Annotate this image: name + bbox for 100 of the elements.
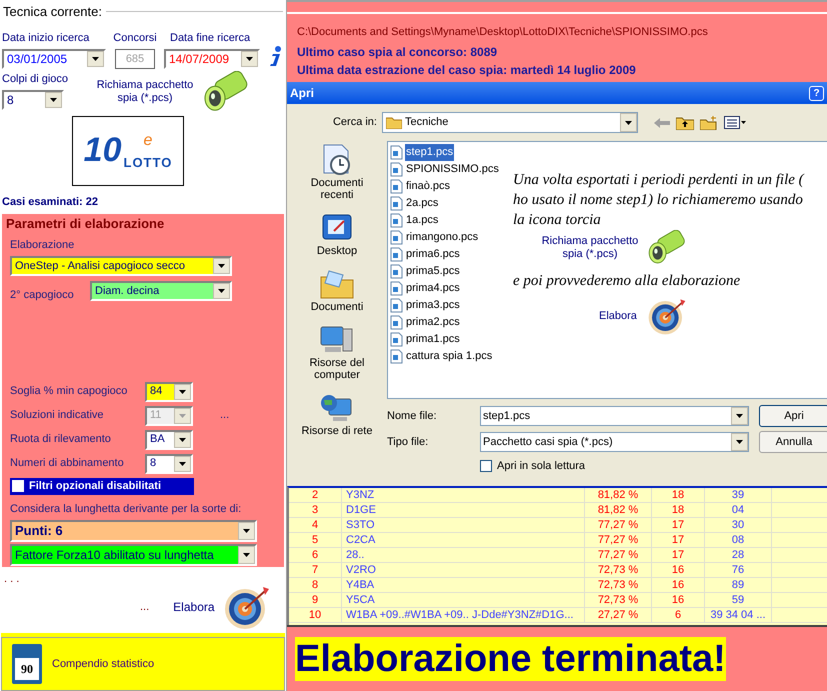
new-folder-icon[interactable] bbox=[700, 116, 718, 130]
cancel-button[interactable]: Annulla bbox=[759, 431, 827, 453]
caret-icon bbox=[45, 92, 62, 108]
ellipsis-text: ... bbox=[140, 600, 150, 615]
table-cell: 28 bbox=[705, 548, 772, 562]
dropdown-field[interactable]: 84 bbox=[145, 382, 193, 402]
info-line: Ultimo caso spia al concorso: 8089 bbox=[297, 44, 498, 60]
view-menu-icon[interactable] bbox=[724, 116, 746, 129]
folder-dropdown[interactable]: Tecniche bbox=[382, 112, 638, 133]
caret-icon bbox=[174, 456, 191, 472]
table-cell: 08 bbox=[705, 533, 772, 547]
filetype-dropdown[interactable]: Pacchetto casi spia (*.pcs) bbox=[480, 432, 749, 452]
table-cell: 6 bbox=[652, 608, 705, 622]
place-item[interactable]: Documenti bbox=[301, 267, 373, 313]
table-cell: 27,27 % bbox=[585, 608, 652, 622]
summary-panel[interactable]: 90 Compendio statistico bbox=[1, 636, 285, 691]
file-item[interactable]: finaò.pcs bbox=[405, 178, 452, 195]
section-title: Tecnica corrente: bbox=[3, 3, 102, 21]
table-cell: S3TO bbox=[342, 518, 585, 532]
table-cell: 04 bbox=[705, 503, 772, 517]
file-item[interactable]: prima5.pcs bbox=[405, 263, 461, 280]
note-text: e poi provvederemo alla elaborazione bbox=[513, 272, 742, 291]
file-icon bbox=[390, 298, 403, 313]
help-button[interactable]: ? bbox=[809, 86, 824, 100]
load-label: Richiama pacchetto spia (*.pcs) bbox=[96, 79, 194, 106]
file-item[interactable]: 2a.pcs bbox=[405, 195, 440, 212]
file-item[interactable]: prima3.pcs bbox=[405, 297, 461, 314]
dropdown-field[interactable]: BA bbox=[145, 430, 193, 450]
table-cell: 72,73 % bbox=[585, 578, 652, 592]
place-item[interactable]: Desktop bbox=[301, 211, 373, 257]
file-item[interactable]: rimangono.pcs bbox=[405, 229, 480, 246]
table-cell: 72,73 % bbox=[585, 593, 652, 607]
dropdown-field[interactable]: Fattore Forza10 abilitato su lunghetta bbox=[10, 544, 257, 566]
file-item[interactable]: SPIONISSIMO.pcs bbox=[405, 161, 500, 178]
dropdown-field[interactable]: 03/01/2005 bbox=[2, 49, 106, 69]
table-cell: Y4BA bbox=[342, 578, 585, 592]
run-label: Elabora bbox=[173, 599, 215, 616]
dropdown-field[interactable]: 14/07/2009 bbox=[164, 49, 260, 69]
file-icon bbox=[390, 247, 403, 262]
readonly-checkbox[interactable]: Apri in sola lettura bbox=[480, 458, 827, 474]
table-cell: W1BA +09..#W1BA +09.. J-Dde#Y3NZ#D1G... bbox=[342, 608, 585, 622]
panel-title: Parametri di elaborazione bbox=[6, 215, 166, 233]
field-label: Elaborazione bbox=[10, 238, 76, 252]
table-cell: 17 bbox=[652, 518, 705, 532]
note-text: Una volta esportati i periodi perdenti in un file ( ho usato il nome step1) lo richiameremo usando la icona torcia bbox=[513, 171, 805, 230]
field-label: 2° capogioco bbox=[10, 288, 75, 303]
info-icon[interactable] bbox=[267, 46, 283, 68]
dots-text: . . . bbox=[3, 572, 20, 587]
up-folder-icon[interactable] bbox=[676, 116, 694, 130]
file-icon bbox=[390, 230, 403, 245]
dropdown-field[interactable]: Punti: 6 bbox=[10, 520, 257, 542]
caret-icon bbox=[87, 51, 104, 67]
caret-icon bbox=[620, 113, 637, 132]
file-icon bbox=[390, 332, 403, 347]
info-line: Ultima data estrazione del caso spia: martedì 14 luglio 2009 bbox=[297, 62, 637, 78]
file-icon bbox=[390, 264, 403, 279]
file-item[interactable]: 1a.pcs bbox=[405, 212, 440, 229]
open-button[interactable]: Apri bbox=[759, 405, 827, 427]
field-label: Tipo file: bbox=[387, 434, 430, 450]
file-item[interactable]: prima2.pcs bbox=[405, 314, 461, 331]
file-icon bbox=[390, 315, 403, 330]
file-item[interactable]: prima4.pcs bbox=[405, 280, 461, 297]
table-cell: 77,27 % bbox=[585, 518, 652, 532]
table-cell: 18 bbox=[652, 503, 705, 517]
file-item[interactable]: step1.pcs bbox=[405, 144, 454, 161]
file-icon bbox=[390, 281, 403, 296]
file-item[interactable]: prima1.pcs bbox=[405, 331, 461, 348]
place-item[interactable]: Risorse di rete bbox=[301, 391, 373, 437]
file-item[interactable]: cattura spia 1.pcs bbox=[405, 348, 494, 365]
dropdown-field[interactable]: 8 bbox=[145, 454, 193, 474]
table-cell: C2CA bbox=[342, 533, 585, 547]
caret-icon bbox=[213, 258, 230, 274]
table-cell: 16 bbox=[652, 563, 705, 577]
caret-icon bbox=[238, 546, 255, 564]
count-field: 685 bbox=[115, 49, 155, 69]
file-icon bbox=[390, 349, 403, 364]
table-cell: V2RO bbox=[342, 563, 585, 577]
cases-count: Casi esaminati: 22 bbox=[1, 194, 99, 210]
status-message: Elaborazione terminata! bbox=[295, 637, 726, 681]
table-cell: 39 bbox=[705, 488, 772, 502]
dropdown-field[interactable]: 8 bbox=[2, 90, 64, 110]
table-cell: Y3NZ bbox=[342, 488, 585, 502]
place-item[interactable]: Documenti recenti bbox=[301, 143, 373, 201]
file-icon bbox=[390, 162, 403, 177]
file-icon bbox=[390, 213, 403, 228]
file-path: C:\Documents and Settings\Myname\Desktop\LottoDIX\Tecniche\SPIONISSIMO.pcs bbox=[297, 25, 709, 40]
table-cell: 81,82 % bbox=[585, 503, 652, 517]
folder-icon bbox=[386, 116, 402, 128]
field-label: Nome file: bbox=[387, 408, 438, 424]
caret-icon bbox=[241, 51, 258, 67]
filename-field[interactable]: step1.pcs bbox=[480, 406, 749, 426]
file-item[interactable]: prima6.pcs bbox=[405, 246, 461, 263]
table-cell: 6 bbox=[289, 548, 342, 562]
dropdown-field[interactable]: OneStep - Analisi capogioco secco bbox=[10, 256, 232, 276]
filters-checkbox[interactable]: Filtri opzionali disabilitati bbox=[10, 478, 194, 494]
table-cell: D1GE bbox=[342, 503, 585, 517]
place-item[interactable]: Risorse del computer bbox=[301, 323, 373, 381]
field-label: Ruota di rilevamento bbox=[10, 432, 112, 448]
dropdown-field[interactable]: Diam. decina bbox=[90, 281, 232, 301]
table-cell: 77,27 % bbox=[585, 533, 652, 547]
